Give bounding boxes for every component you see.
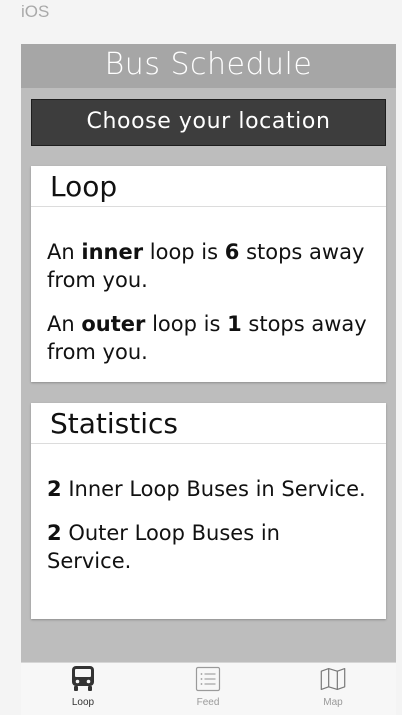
inner-loop-distance: An inner loop is 6 stops away from you.	[47, 238, 370, 294]
statistics-card: Statistics 2 Inner Loop Buses in Service…	[31, 403, 386, 619]
inner-kind: inner	[81, 240, 144, 264]
outer-bus-count: 2	[47, 521, 62, 545]
map-icon	[320, 667, 346, 691]
tab-map[interactable]: Map	[293, 663, 373, 715]
app-screen: Bus Schedule Choose your location Loop A…	[21, 44, 396, 715]
outer-prefix: An	[47, 312, 75, 336]
outer-mid: loop is	[152, 312, 221, 336]
statistics-card-body: 2 Inner Loop Buses in Service. 2 Outer L…	[31, 444, 386, 575]
inner-prefix: An	[47, 240, 75, 264]
inner-bus-count: 2	[47, 477, 62, 501]
loop-card-title: Loop	[31, 166, 386, 207]
loop-card: Loop An inner loop is 6 stops away from …	[31, 166, 386, 382]
page-title: Bus Schedule	[21, 44, 396, 88]
tab-map-label: Map	[323, 697, 343, 708]
inner-mid: loop is	[149, 240, 219, 264]
inner-stop-count: 6	[224, 240, 240, 264]
platform-label: iOS	[21, 2, 50, 21]
outer-kind: outer	[81, 312, 146, 336]
bus-icon	[72, 666, 94, 691]
inner-buses-stat: 2 Inner Loop Buses in Service.	[47, 475, 370, 503]
outer-stop-count: 1	[227, 312, 242, 336]
tab-loop-label: Loop	[71, 697, 95, 708]
list-icon	[195, 666, 221, 692]
statistics-card-title: Statistics	[31, 403, 386, 444]
loop-card-body: An inner loop is 6 stops away from you. …	[31, 207, 386, 366]
inner-bus-text: Inner Loop Buses in Service.	[68, 477, 366, 501]
tab-feed[interactable]: Feed	[168, 663, 248, 715]
outer-buses-stat: 2 Outer Loop Buses in Service.	[47, 519, 370, 575]
choose-location-button[interactable]: Choose your location	[31, 99, 386, 146]
outer-loop-distance: An outer loop is 1 stops away from you.	[47, 310, 370, 366]
outer-bus-text: Outer Loop Buses in Service.	[47, 521, 280, 573]
tab-feed-label: Feed	[196, 697, 220, 708]
tab-loop[interactable]: Loop	[43, 663, 123, 715]
tab-bar: Loop Feed Map	[21, 662, 396, 715]
